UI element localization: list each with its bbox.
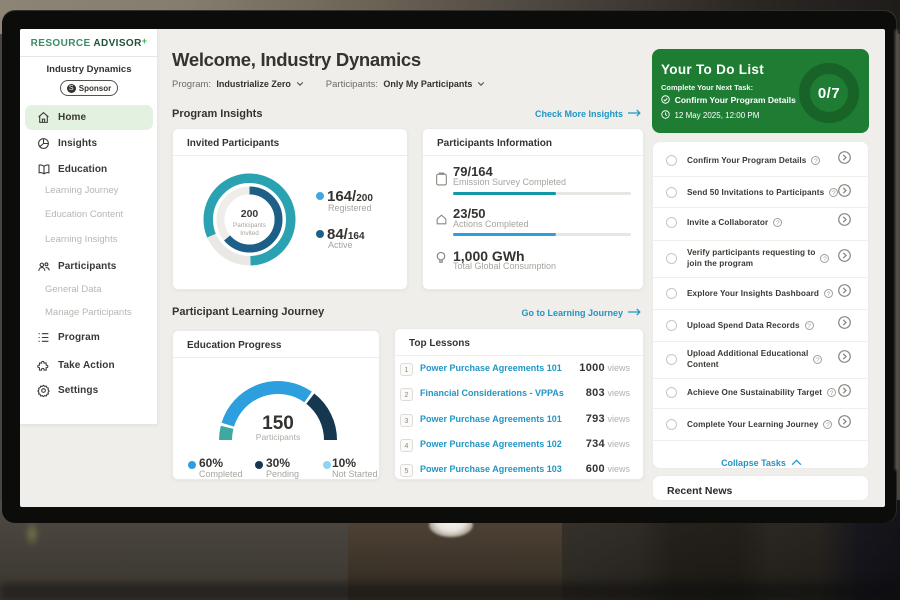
svg-text:Participants: Participants [256, 432, 300, 442]
svg-text:Participants: Participants [233, 222, 266, 229]
svg-text:200: 200 [241, 208, 259, 220]
svg-text:150: 150 [262, 413, 294, 434]
svg-text:Invited: Invited [240, 230, 259, 237]
